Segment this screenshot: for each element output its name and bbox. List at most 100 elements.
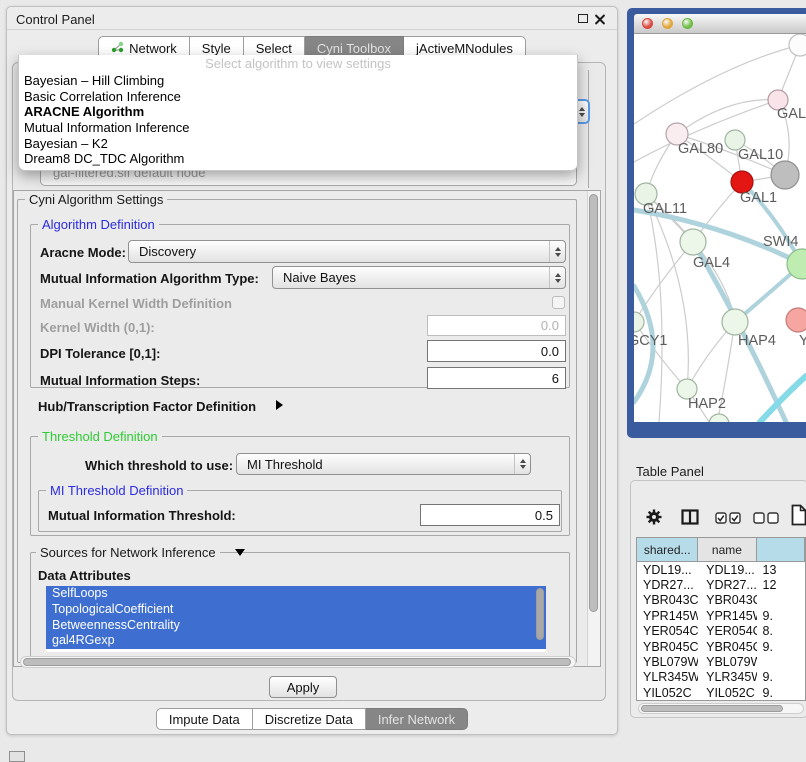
minimize-light[interactable] <box>662 18 673 29</box>
data-attribute-item[interactable]: SelfLoops <box>46 586 546 602</box>
mi-type-combobox[interactable]: Naive Bayes <box>272 266 566 289</box>
algorithm-option-dream8-dc-tdc-algorithm[interactable]: Dream8 DC_TDC Algorithm <box>19 151 577 167</box>
dock-panel-icon[interactable] <box>9 751 25 762</box>
network-node[interactable] <box>771 161 799 189</box>
threshold-definition-title: Threshold Definition <box>38 429 162 444</box>
mi-threshold-field[interactable] <box>420 504 560 526</box>
node-label: GAL1 <box>740 190 777 206</box>
table-row[interactable]: YLR345WYLR345W9. <box>637 670 805 685</box>
aracne-mode-value: Discovery <box>129 244 549 259</box>
network-node[interactable] <box>634 312 644 332</box>
which-threshold-label: Which threshold to use: <box>85 458 233 473</box>
float-window-icon[interactable] <box>578 14 588 23</box>
node-label: GAL80 <box>678 141 723 157</box>
node-label: HAP2 <box>688 396 726 412</box>
table-cell: 12 <box>757 578 806 592</box>
table-cell: YPR145W <box>698 609 756 623</box>
table-row[interactable]: YER054CYER054C8. <box>637 624 805 639</box>
network-node[interactable] <box>709 414 729 422</box>
which-threshold-value: MI Threshold <box>237 457 514 472</box>
table-row[interactable]: YBR043CYBR043C <box>637 593 805 608</box>
network-window-titlebar[interactable] <box>634 14 806 34</box>
network-node[interactable] <box>722 309 748 335</box>
dpi-tolerance-field[interactable] <box>427 340 566 362</box>
table-header: shared...name <box>637 538 805 562</box>
tab-impute-data[interactable]: Impute Data <box>156 708 253 730</box>
table-cell: YBR043C <box>637 593 698 607</box>
column-header[interactable]: name <box>698 538 756 562</box>
document-icon[interactable] <box>791 504 806 526</box>
algorithm-option-basic-correlation-inference[interactable]: Basic Correlation Inference <box>19 89 577 105</box>
tab-label: Discretize Data <box>265 712 353 727</box>
data-attributes-list[interactable]: SelfLoopsTopologicalCoefficientBetweenne… <box>46 586 546 652</box>
combo-arrows-icon <box>549 241 565 262</box>
table-cell: YER054C <box>698 624 756 638</box>
which-threshold-combobox[interactable]: MI Threshold <box>236 453 531 475</box>
network-node[interactable] <box>786 308 806 332</box>
control-panel-title: Control Panel <box>16 12 95 27</box>
mi-steps-field[interactable] <box>427 367 566 389</box>
tab-label: Network <box>129 41 177 56</box>
table-row[interactable]: YBL079WYBL079W <box>637 654 805 669</box>
algorithm-option-bayesian-k2[interactable]: Bayesian – K2 <box>19 136 577 152</box>
algorithm-definition-title: Algorithm Definition <box>38 217 159 232</box>
hub-definition-label[interactable]: Hub/Transcription Factor Definition <box>38 399 256 414</box>
data-attribute-item[interactable]: BetweennessCentrality <box>46 618 546 634</box>
settings-vscrollbar-thumb[interactable] <box>589 194 598 612</box>
apply-button[interactable]: Apply <box>269 676 337 698</box>
tab-label: Style <box>202 41 231 56</box>
close-icon[interactable] <box>594 13 605 24</box>
network-graph: GALGAL80GAL10GAL1GAL11GAL4SWI4GCY1HAP4YH… <box>634 34 806 422</box>
algorithm-dropdown-popup: Select algorithm to view settings Bayesi… <box>18 55 578 171</box>
titlebar-divider <box>7 29 617 30</box>
manual-kernel-checkbox[interactable] <box>552 296 565 309</box>
chevron-down-icon[interactable] <box>235 549 245 556</box>
network-node[interactable] <box>789 34 806 56</box>
checked-pair-icon[interactable] <box>715 512 741 524</box>
chevron-right-icon[interactable] <box>276 400 283 410</box>
node-label: HAP4 <box>738 333 776 349</box>
mi-steps-label: Mutual Information Steps: <box>40 373 200 388</box>
table-body: YDL19...YDL19...13YDR27...YDR27...12YBR0… <box>637 562 805 701</box>
table-row[interactable]: YIL052CYIL052C9. <box>637 685 805 700</box>
table-cell: 13 <box>757 563 806 577</box>
algorithm-option-mutual-information-inference[interactable]: Mutual Information Inference <box>19 120 577 136</box>
sources-title[interactable]: Sources for Network Inference <box>36 545 220 560</box>
unchecked-pair-icon[interactable] <box>753 512 779 524</box>
zoom-light[interactable] <box>682 18 693 29</box>
algorithm-option-aracne-algorithm[interactable]: ARACNE Algorithm <box>19 104 577 120</box>
settings-hscrollbar-thumb[interactable] <box>23 658 571 666</box>
combo-arrows-icon <box>514 454 530 474</box>
tab-discretize-data[interactable]: Discretize Data <box>253 708 366 730</box>
node-label: GAL11 <box>643 201 687 217</box>
table-row[interactable]: YPR145WYPR145W9. <box>637 608 805 623</box>
table-hscrollbar-thumb[interactable] <box>641 705 783 712</box>
tab-infer-network[interactable]: Infer Network <box>366 708 468 730</box>
data-attribute-item[interactable]: TopologicalCoefficient <box>46 602 546 618</box>
algorithm-options: Bayesian – Hill ClimbingBasic Correlatio… <box>19 73 577 167</box>
network-node[interactable] <box>680 229 706 255</box>
column-header[interactable]: shared... <box>637 538 698 562</box>
close-light[interactable] <box>642 18 653 29</box>
table-cell: YBR045C <box>698 640 756 654</box>
network-edge <box>646 194 662 422</box>
node-table: shared...name YDL19...YDL19...13YDR27...… <box>636 537 806 701</box>
table-cell: YDR27... <box>637 578 698 592</box>
gear-icon[interactable] <box>645 508 663 526</box>
table-cell: YIL052C <box>698 686 756 700</box>
table-row[interactable]: YDR27...YDR27...12 <box>637 577 805 592</box>
attributes-vscrollbar-thumb[interactable] <box>536 588 544 640</box>
columns-icon[interactable] <box>681 509 699 525</box>
kernel-width-field[interactable] <box>427 315 566 336</box>
table-row[interactable]: YBR045CYBR045C9. <box>637 639 805 654</box>
table-cell: YDL19... <box>637 563 698 577</box>
algorithm-option-bayesian-hill-climbing[interactable]: Bayesian – Hill Climbing <box>19 73 577 89</box>
node-label: GAL10 <box>738 147 783 163</box>
table-panel-title: Table Panel <box>636 464 704 479</box>
column-header[interactable] <box>757 538 805 562</box>
network-canvas[interactable]: GALGAL80GAL10GAL1GAL11GAL4SWI4GCY1HAP4YH… <box>634 34 806 422</box>
aracne-mode-combobox[interactable]: Discovery <box>128 240 566 263</box>
data-attribute-item[interactable]: gal4RGexp <box>46 633 546 649</box>
inference-panel-border <box>588 70 589 188</box>
table-row[interactable]: YDL19...YDL19...13 <box>637 562 805 577</box>
